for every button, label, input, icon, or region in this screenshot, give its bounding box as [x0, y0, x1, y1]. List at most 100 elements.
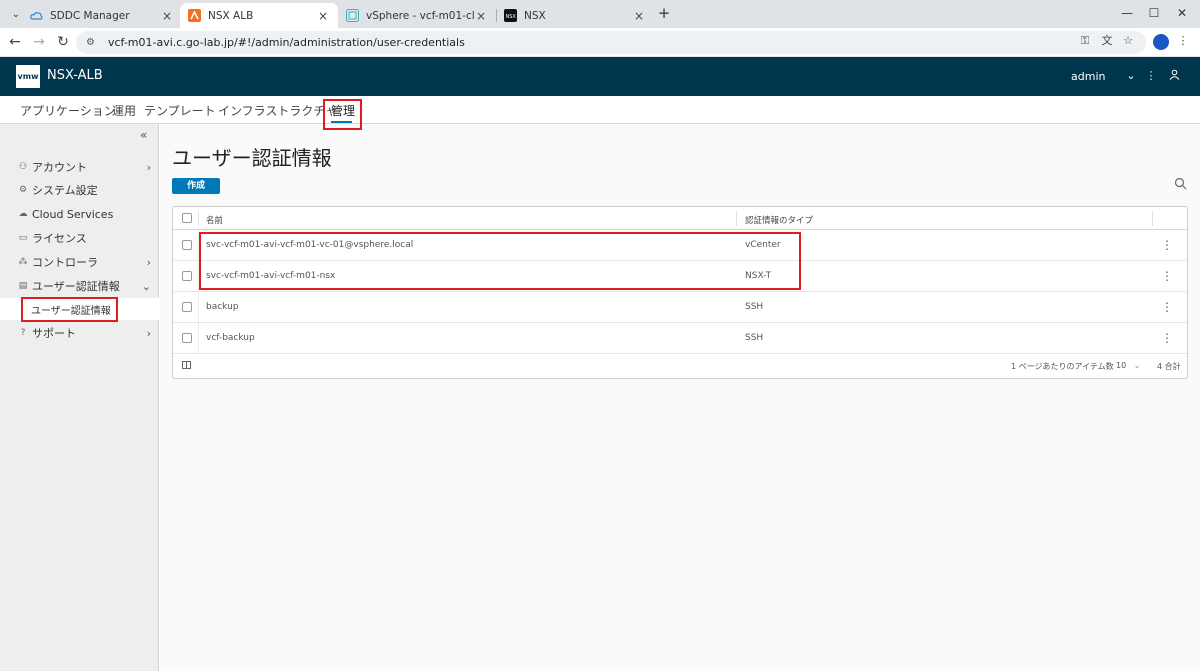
row-actions-icon[interactable]: ⋮ [1161, 300, 1173, 314]
column-divider [198, 211, 199, 226]
collapse-sidebar-icon[interactable]: « [140, 128, 147, 142]
sidebar-item-user-credentials[interactable]: ▤ ユーザー認証情報 ⌄ [0, 275, 159, 297]
page-size-select[interactable]: 10 ⌄ [1116, 361, 1140, 370]
gear-icon: ⚙ [18, 185, 28, 195]
column-toggle-icon[interactable] [182, 361, 191, 369]
total-count: 4 合計 [1157, 362, 1181, 371]
row-actions-icon[interactable]: ⋮ [1161, 269, 1173, 283]
sidebar-item-support[interactable]: ? サポート › [0, 322, 159, 344]
cloud-icon: ☁ [18, 209, 28, 219]
highlight-box [323, 99, 362, 130]
browser-tab-nsx[interactable]: NSX NSX × [496, 3, 654, 28]
table-row: backup SSH ⋮ [173, 292, 1187, 323]
column-divider [198, 323, 199, 353]
highlight-box [21, 297, 118, 322]
key-icon[interactable]: ⚿ [1077, 33, 1093, 49]
nav-templates[interactable]: テンプレート [144, 102, 216, 119]
sidebar-item-system-settings[interactable]: ⚙ システム設定 [0, 179, 159, 201]
help-icon: ? [20, 328, 26, 338]
main-content: ユーザー認証情報 作成 名前 認証情報のタイプ svc-vcf-m01-avi-… [160, 124, 1200, 671]
vmware-logo: vmw [16, 65, 40, 88]
users-icon: ⚇ [18, 162, 28, 172]
sidebar-item-label: ユーザー認証情報 [32, 280, 120, 293]
chevron-down-icon[interactable]: ⌄ [1124, 69, 1138, 83]
profile-avatar[interactable] [1153, 34, 1169, 50]
sidebar-item-label: Cloud Services [32, 207, 114, 221]
address-bar[interactable]: ⚙ vcf-m01-avi.c.go-lab.jp/#!/admin/admin… [76, 31, 1146, 54]
new-tab-button[interactable]: + [655, 4, 673, 22]
column-divider [1152, 211, 1153, 226]
sidebar-item-label: サポート [32, 327, 76, 340]
browser-menu-icon[interactable]: ⋮ [1175, 33, 1191, 49]
row-actions-icon[interactable]: ⋮ [1161, 238, 1173, 252]
row-checkbox[interactable] [182, 240, 192, 250]
bookmark-star-icon[interactable]: ☆ [1120, 33, 1136, 49]
nav-applications[interactable]: アプリケーション [20, 102, 116, 119]
site-info-icon[interactable]: ⚙ [86, 37, 100, 48]
page-size-label: 1 ページあたりのアイテム数 [1011, 362, 1114, 371]
nav-operations[interactable]: 運用 [112, 102, 136, 119]
sidebar-item-label: システム設定 [32, 184, 98, 197]
license-icon: ▭ [18, 233, 28, 243]
cell-type: SSH [745, 333, 764, 343]
reload-icon[interactable]: ↻ [54, 33, 72, 51]
nodes-icon: ⁂ [18, 257, 28, 267]
column-header-type[interactable]: 認証情報のタイプ [745, 214, 813, 226]
row-checkbox[interactable] [182, 271, 192, 281]
row-checkbox[interactable] [182, 302, 192, 312]
nav-infrastructure[interactable]: インフラストラクチャ [218, 102, 337, 119]
svg-text:NSX: NSX [506, 14, 517, 20]
chevron-down-icon: ⌄ [141, 279, 151, 293]
column-header-name[interactable]: 名前 [206, 214, 223, 226]
sidebar-item-label: アカウント [32, 161, 87, 174]
nsx-icon: NSX [504, 9, 517, 22]
sidebar-item-licensing[interactable]: ▭ ライセンス [0, 227, 159, 249]
sidebar: « ⚇ アカウント › ⚙ システム設定 ☁ Cloud Services ▭ … [0, 124, 159, 671]
tab-title: NSX ALB [208, 9, 254, 22]
sidebar-item-accounts[interactable]: ⚇ アカウント › [0, 156, 159, 178]
vmware-cloud-icon [30, 9, 43, 22]
page-size-value: 10 [1116, 361, 1127, 370]
close-tab-icon[interactable]: × [160, 9, 174, 23]
sidebar-item-controller[interactable]: ⁂ コントローラ › [0, 251, 159, 273]
table-row: vcf-backup SSH ⋮ [173, 323, 1187, 354]
row-checkbox[interactable] [182, 333, 192, 343]
cell-name: vcf-backup [206, 333, 255, 343]
sidebar-item-cloud-services[interactable]: ☁ Cloud Services [0, 203, 159, 225]
user-menu-name[interactable]: admin [1071, 70, 1105, 83]
tab-title: NSX [524, 9, 546, 22]
credential-icon: ▤ [18, 281, 28, 291]
more-options-icon[interactable]: ⋮ [1144, 69, 1158, 83]
avi-logo-icon [188, 9, 201, 22]
row-actions-icon[interactable]: ⋮ [1161, 331, 1173, 345]
window-close-icon[interactable]: ✕ [1172, 4, 1192, 22]
cell-type: SSH [745, 302, 764, 312]
back-icon[interactable]: ← [6, 33, 24, 51]
close-tab-icon[interactable]: × [632, 9, 646, 23]
browser-tab-vsphere[interactable]: vSphere - vcf-m01-cl01-vds01 × [338, 3, 496, 28]
chevron-right-icon: › [146, 255, 151, 269]
forward-icon[interactable]: → [30, 33, 48, 51]
app-title: NSX-ALB [47, 68, 103, 83]
chevron-right-icon: › [146, 160, 151, 174]
table-header: 名前 認証情報のタイプ [173, 207, 1187, 230]
search-icon[interactable] [1172, 177, 1188, 193]
chevron-right-icon: › [146, 326, 151, 340]
column-divider[interactable] [736, 211, 737, 226]
main-nav: アプリケーション 運用 テンプレート インフラストラクチャ 管理 [0, 96, 1200, 124]
close-tab-icon[interactable]: × [316, 9, 330, 23]
maximize-icon[interactable]: ☐ [1144, 4, 1164, 22]
translate-icon[interactable]: 文 [1099, 33, 1115, 49]
sidebar-item-label: ライセンス [32, 232, 87, 245]
app-header: vmw NSX-ALB admin ⌄ ⋮ [0, 57, 1200, 96]
user-icon[interactable] [1167, 69, 1181, 83]
close-tab-icon[interactable]: × [474, 9, 488, 23]
browser-tab-sddc-manager[interactable]: SDDC Manager × [22, 3, 182, 28]
minimize-icon[interactable]: — [1117, 4, 1137, 22]
select-all-checkbox[interactable] [182, 213, 192, 223]
url-text: vcf-m01-avi.c.go-lab.jp/#!/admin/adminis… [108, 36, 465, 49]
browser-tab-strip: ⌄ SDDC Manager × NSX ALB × vSphere - vcf… [0, 0, 1200, 28]
create-button[interactable]: 作成 [172, 178, 220, 194]
browser-tab-nsx-alb[interactable]: NSX ALB × [180, 3, 338, 28]
tab-title: vSphere - vcf-m01-cl01-vds01 [366, 9, 474, 22]
